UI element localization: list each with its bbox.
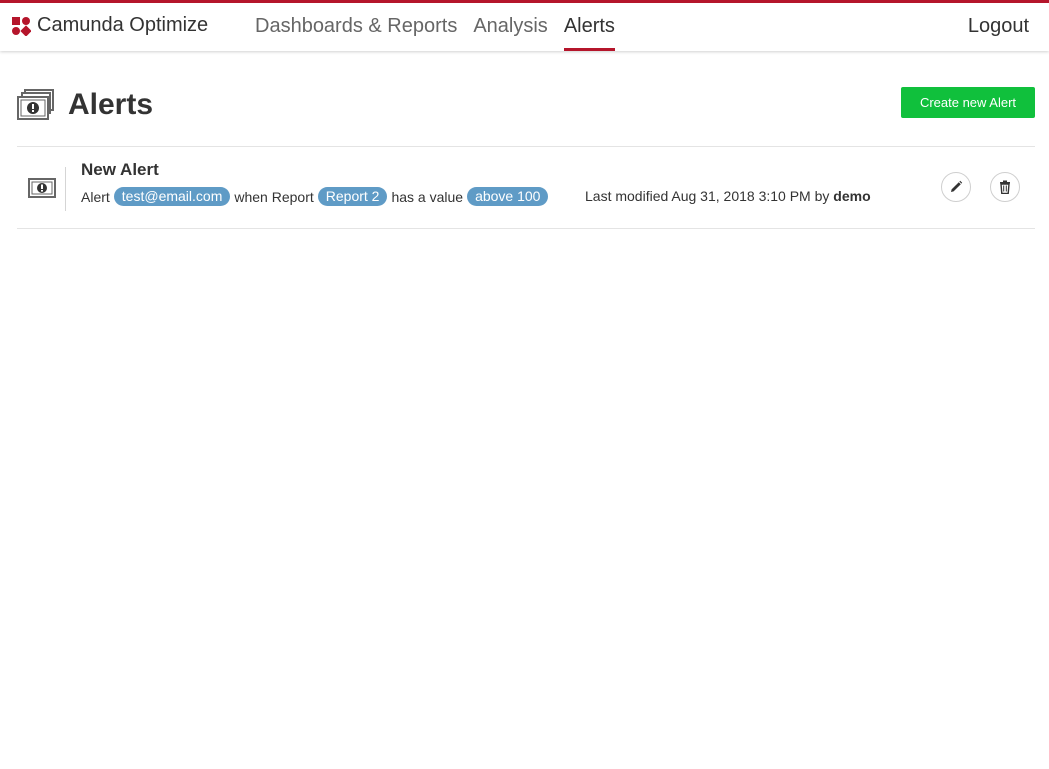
nav-dashboards-reports[interactable]: Dashboards & Reports (255, 15, 457, 51)
alert-text-when-report: when Report (234, 188, 314, 205)
nav-alerts[interactable]: Alerts (563, 15, 616, 51)
alert-icon-wrap (17, 167, 66, 211)
delete-alert-button[interactable] (990, 172, 1020, 202)
logout-link[interactable]: Logout (968, 15, 1029, 38)
edit-alert-button[interactable] (941, 172, 971, 202)
alert-email-tag: test@email.com (113, 187, 231, 206)
page-header: Alerts (17, 88, 153, 122)
last-modified-user: demo (833, 188, 871, 204)
alert-icon (28, 178, 56, 198)
page-title: Alerts (68, 88, 154, 121)
alert-condition-tag: above 100 (467, 187, 549, 206)
top-navigation-bar: Camunda Optimize Dashboards & Reports An… (0, 0, 1049, 51)
alert-description: Alert test@email.com when Report Report … (81, 187, 552, 206)
nav-analysis[interactable]: Analysis (473, 15, 547, 51)
camunda-logo-icon (11, 15, 31, 36)
alert-report-tag: Report 2 (317, 187, 388, 206)
last-modified: Last modified Aug 31, 2018 3:10 PM by de… (585, 188, 871, 204)
trash-icon (1000, 180, 1010, 194)
create-new-alert-button[interactable]: Create new Alert (901, 87, 1035, 118)
alert-name: New Alert (81, 160, 159, 179)
brand[interactable]: Camunda Optimize (11, 14, 208, 37)
alerts-icon (17, 89, 54, 120)
last-modified-text: Last modified Aug 31, 2018 3:10 PM by (585, 188, 830, 204)
alert-list: New Alert Alert test@email.com when Repo… (17, 146, 1035, 229)
brand-name: Camunda Optimize (37, 14, 209, 36)
alert-text-has-value: has a value (391, 188, 464, 205)
pencil-icon (951, 180, 963, 192)
alert-text-alert: Alert (81, 188, 110, 205)
main-nav: Dashboards & Reports Analysis Alerts (255, 15, 631, 51)
